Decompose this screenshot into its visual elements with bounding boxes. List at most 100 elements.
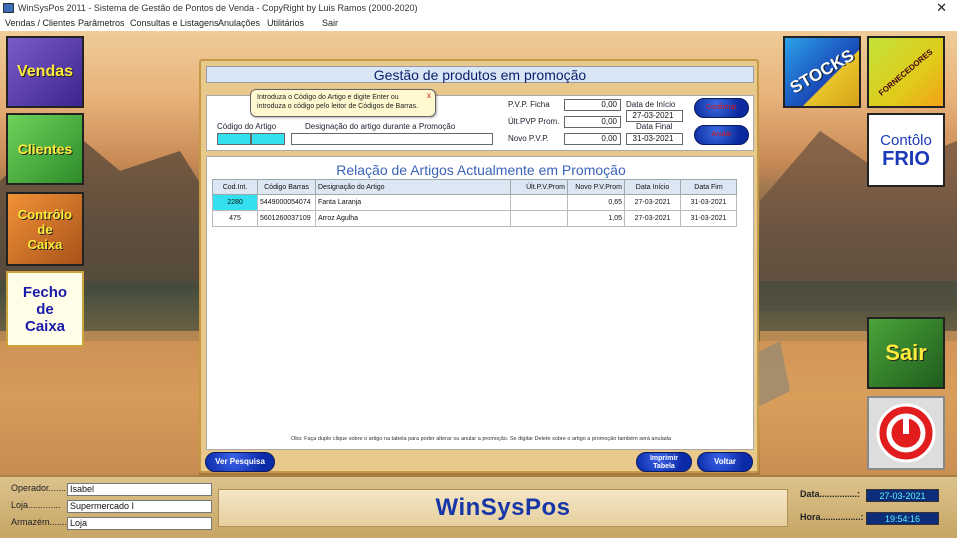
menu-sair[interactable]: Sair [322, 16, 338, 30]
vendas-label: Vendas [16, 63, 74, 80]
stocks-tile[interactable]: STOCKS [783, 36, 861, 108]
window-title: WinSysPos 2011 - Sistema de Gestão de Po… [18, 3, 418, 13]
cell-data-inicio[interactable]: 27-03-2021 [624, 194, 681, 211]
tooltip-text: Introduza o Código do Artigo e digite En… [257, 94, 419, 110]
panel-title: Gestão de produtos em promoção [206, 66, 754, 83]
data-final-label: Data Final [636, 122, 673, 131]
promotion-panel: Gestão de produtos em promoção Código do… [199, 59, 759, 473]
tabela-label: Tabela [653, 463, 675, 470]
imprimir-tabela-button[interactable]: Imprimir Tabela [636, 452, 692, 472]
codigo-artigo-label: Código do Artigo [217, 122, 277, 131]
controlo-caixa-label-3: Caixa [27, 236, 63, 252]
cell-novo-pv-prom[interactable]: 1,05 [567, 210, 625, 227]
controlo-frio-label-2: FRIO [882, 148, 930, 170]
col-data-inicio[interactable]: Data Início [624, 179, 681, 195]
help-tooltip: Introduza o Código do Artigo e digite En… [250, 89, 436, 117]
power-icon [876, 403, 936, 463]
status-bar: Operador....... Isabel Loja.............… [0, 475, 957, 538]
pvp-ficha-input[interactable]: 0,00 [564, 99, 621, 111]
cell-ult-pv-prom[interactable] [510, 194, 568, 211]
observation-note: Obs: Faça duplo clique sobre o artigo na… [290, 436, 672, 442]
col-novo-pv-prom[interactable]: Novo P.V.Prom [567, 179, 625, 195]
controlo-caixa-label-1: Contrôlo [17, 206, 73, 222]
data-label: Data...............: [800, 489, 861, 499]
fecho-caixa-tile[interactable]: Fecho de Caixa [6, 271, 84, 347]
menu-utilitarios[interactable]: Utilitários [267, 16, 304, 30]
close-icon[interactable]: ✕ [936, 0, 947, 16]
fecho-caixa-label-3: Caixa [24, 317, 66, 335]
table-header-row: Cod.Int. Código Barras Designação do Art… [212, 179, 737, 195]
promotion-form: Código do Artigo Designação do artigo du… [206, 89, 754, 151]
clientes-tile[interactable]: Clientes [6, 113, 84, 185]
table-row[interactable]: 475 5601260037109 Arroz Agulha 1,05 27-0… [212, 210, 737, 227]
anular-button[interactable]: Anular [694, 125, 749, 145]
stocks-label: STOCKS [786, 45, 858, 98]
controlo-frio-tile[interactable]: Contôlo FRIO [867, 113, 945, 187]
col-cod-int[interactable]: Cod.Int. [212, 179, 258, 195]
codigo-artigo-input[interactable] [217, 133, 251, 145]
menu-consultas[interactable]: Consultas e Listagens [130, 16, 219, 30]
cell-ult-pv-prom[interactable] [510, 210, 568, 227]
cell-designacao[interactable]: Arroz Agulha [315, 210, 511, 227]
menu-anulacoes[interactable]: Anulações [218, 16, 260, 30]
fecho-caixa-label-2: de [36, 300, 54, 318]
window-titlebar: WinSysPos 2011 - Sistema de Gestão de Po… [0, 0, 957, 16]
novo-pvp-input[interactable]: 0,00 [564, 133, 621, 145]
clientes-label: Clientes [17, 141, 73, 157]
imprimir-label: Imprimir [649, 455, 678, 462]
app-icon [3, 3, 14, 13]
table-row[interactable]: 2280 5449000054074 Fanta Laranja 0,65 27… [212, 194, 737, 211]
col-designacao[interactable]: Designação do Artigo [315, 179, 511, 195]
designacao-label: Designação do artigo durante a Promoção [305, 122, 456, 131]
col-data-fim[interactable]: Data Fim [680, 179, 737, 195]
pvp-ficha-label: P.V.P. Ficha [508, 100, 550, 109]
data-final-input[interactable]: 31-03-2021 [626, 133, 683, 145]
time-display: 19:54:16 [866, 512, 939, 525]
armazem-field: Loja [67, 517, 212, 530]
operador-label: Operador....... [11, 483, 67, 493]
list-title: Relação de Artigos Actualmente em Promoç… [336, 162, 626, 178]
ver-pesquisa-button[interactable]: Ver Pesquisa [205, 452, 275, 472]
promotions-table: Cod.Int. Código Barras Designação do Art… [212, 179, 737, 227]
menu-bar: Vendas / Clientes Parâmetros Consultas e… [0, 16, 957, 31]
menu-vendas-clientes[interactable]: Vendas / Clientes [5, 16, 75, 30]
fecho-caixa-label-1: Fecho [22, 283, 68, 301]
cell-data-inicio[interactable]: 27-03-2021 [624, 210, 681, 227]
brand-box: WinSysPos [218, 489, 788, 527]
novo-pvp-label: Novo P.V.P. [508, 134, 549, 143]
codigo-artigo-input-2[interactable] [251, 133, 285, 145]
brand-logo: WinSysPos [435, 494, 571, 521]
cell-codigo-barras[interactable]: 5449000054074 [257, 194, 316, 211]
designacao-input[interactable] [291, 133, 493, 145]
cell-data-fim[interactable]: 31-03-2021 [680, 194, 737, 211]
tooltip-close-icon[interactable]: x [427, 91, 431, 100]
cell-data-fim[interactable]: 31-03-2021 [680, 210, 737, 227]
cell-novo-pv-prom[interactable]: 0,65 [567, 194, 625, 211]
sair-tile[interactable]: Sair [867, 317, 945, 389]
cell-cod-int[interactable]: 475 [212, 210, 258, 227]
cell-designacao[interactable]: Fanta Laranja [315, 194, 511, 211]
hora-label: Hora................: [800, 512, 864, 522]
cell-codigo-barras[interactable]: 5601260037109 [257, 210, 316, 227]
data-inicio-input[interactable]: 27-03-2021 [626, 110, 683, 122]
date-display: 27-03-2021 [866, 489, 939, 502]
loja-label: Loja............. [11, 500, 61, 510]
loja-field: Supermercado I [67, 500, 212, 513]
vendas-tile[interactable]: Vendas [6, 36, 84, 108]
controlo-caixa-label-2: de [37, 221, 53, 237]
ult-pvp-prom-label: Últ.PVP Prom. [508, 117, 560, 126]
controlo-caixa-tile[interactable]: Contrôlo de Caixa [6, 192, 84, 266]
promotions-list: Relação de Artigos Actualmente em Promoç… [206, 156, 754, 450]
ult-pvp-prom-input[interactable]: 0,00 [564, 116, 621, 128]
fornecedores-tile[interactable]: FORNECEDORES [867, 36, 945, 108]
fornecedores-label: FORNECEDORES [877, 46, 935, 98]
operador-field: Isabel [67, 483, 212, 496]
armazem-label: Armazém....... [11, 517, 68, 527]
confirmar-button[interactable]: Confirmar [694, 98, 749, 118]
menu-parametros[interactable]: Parâmetros [78, 16, 125, 30]
voltar-button[interactable]: Voltar [697, 452, 753, 472]
col-ult-pv-prom[interactable]: Últ.P.V.Prom [510, 179, 568, 195]
power-off-button[interactable] [867, 396, 945, 470]
cell-cod-int[interactable]: 2280 [212, 194, 258, 211]
col-codigo-barras[interactable]: Código Barras [257, 179, 316, 195]
